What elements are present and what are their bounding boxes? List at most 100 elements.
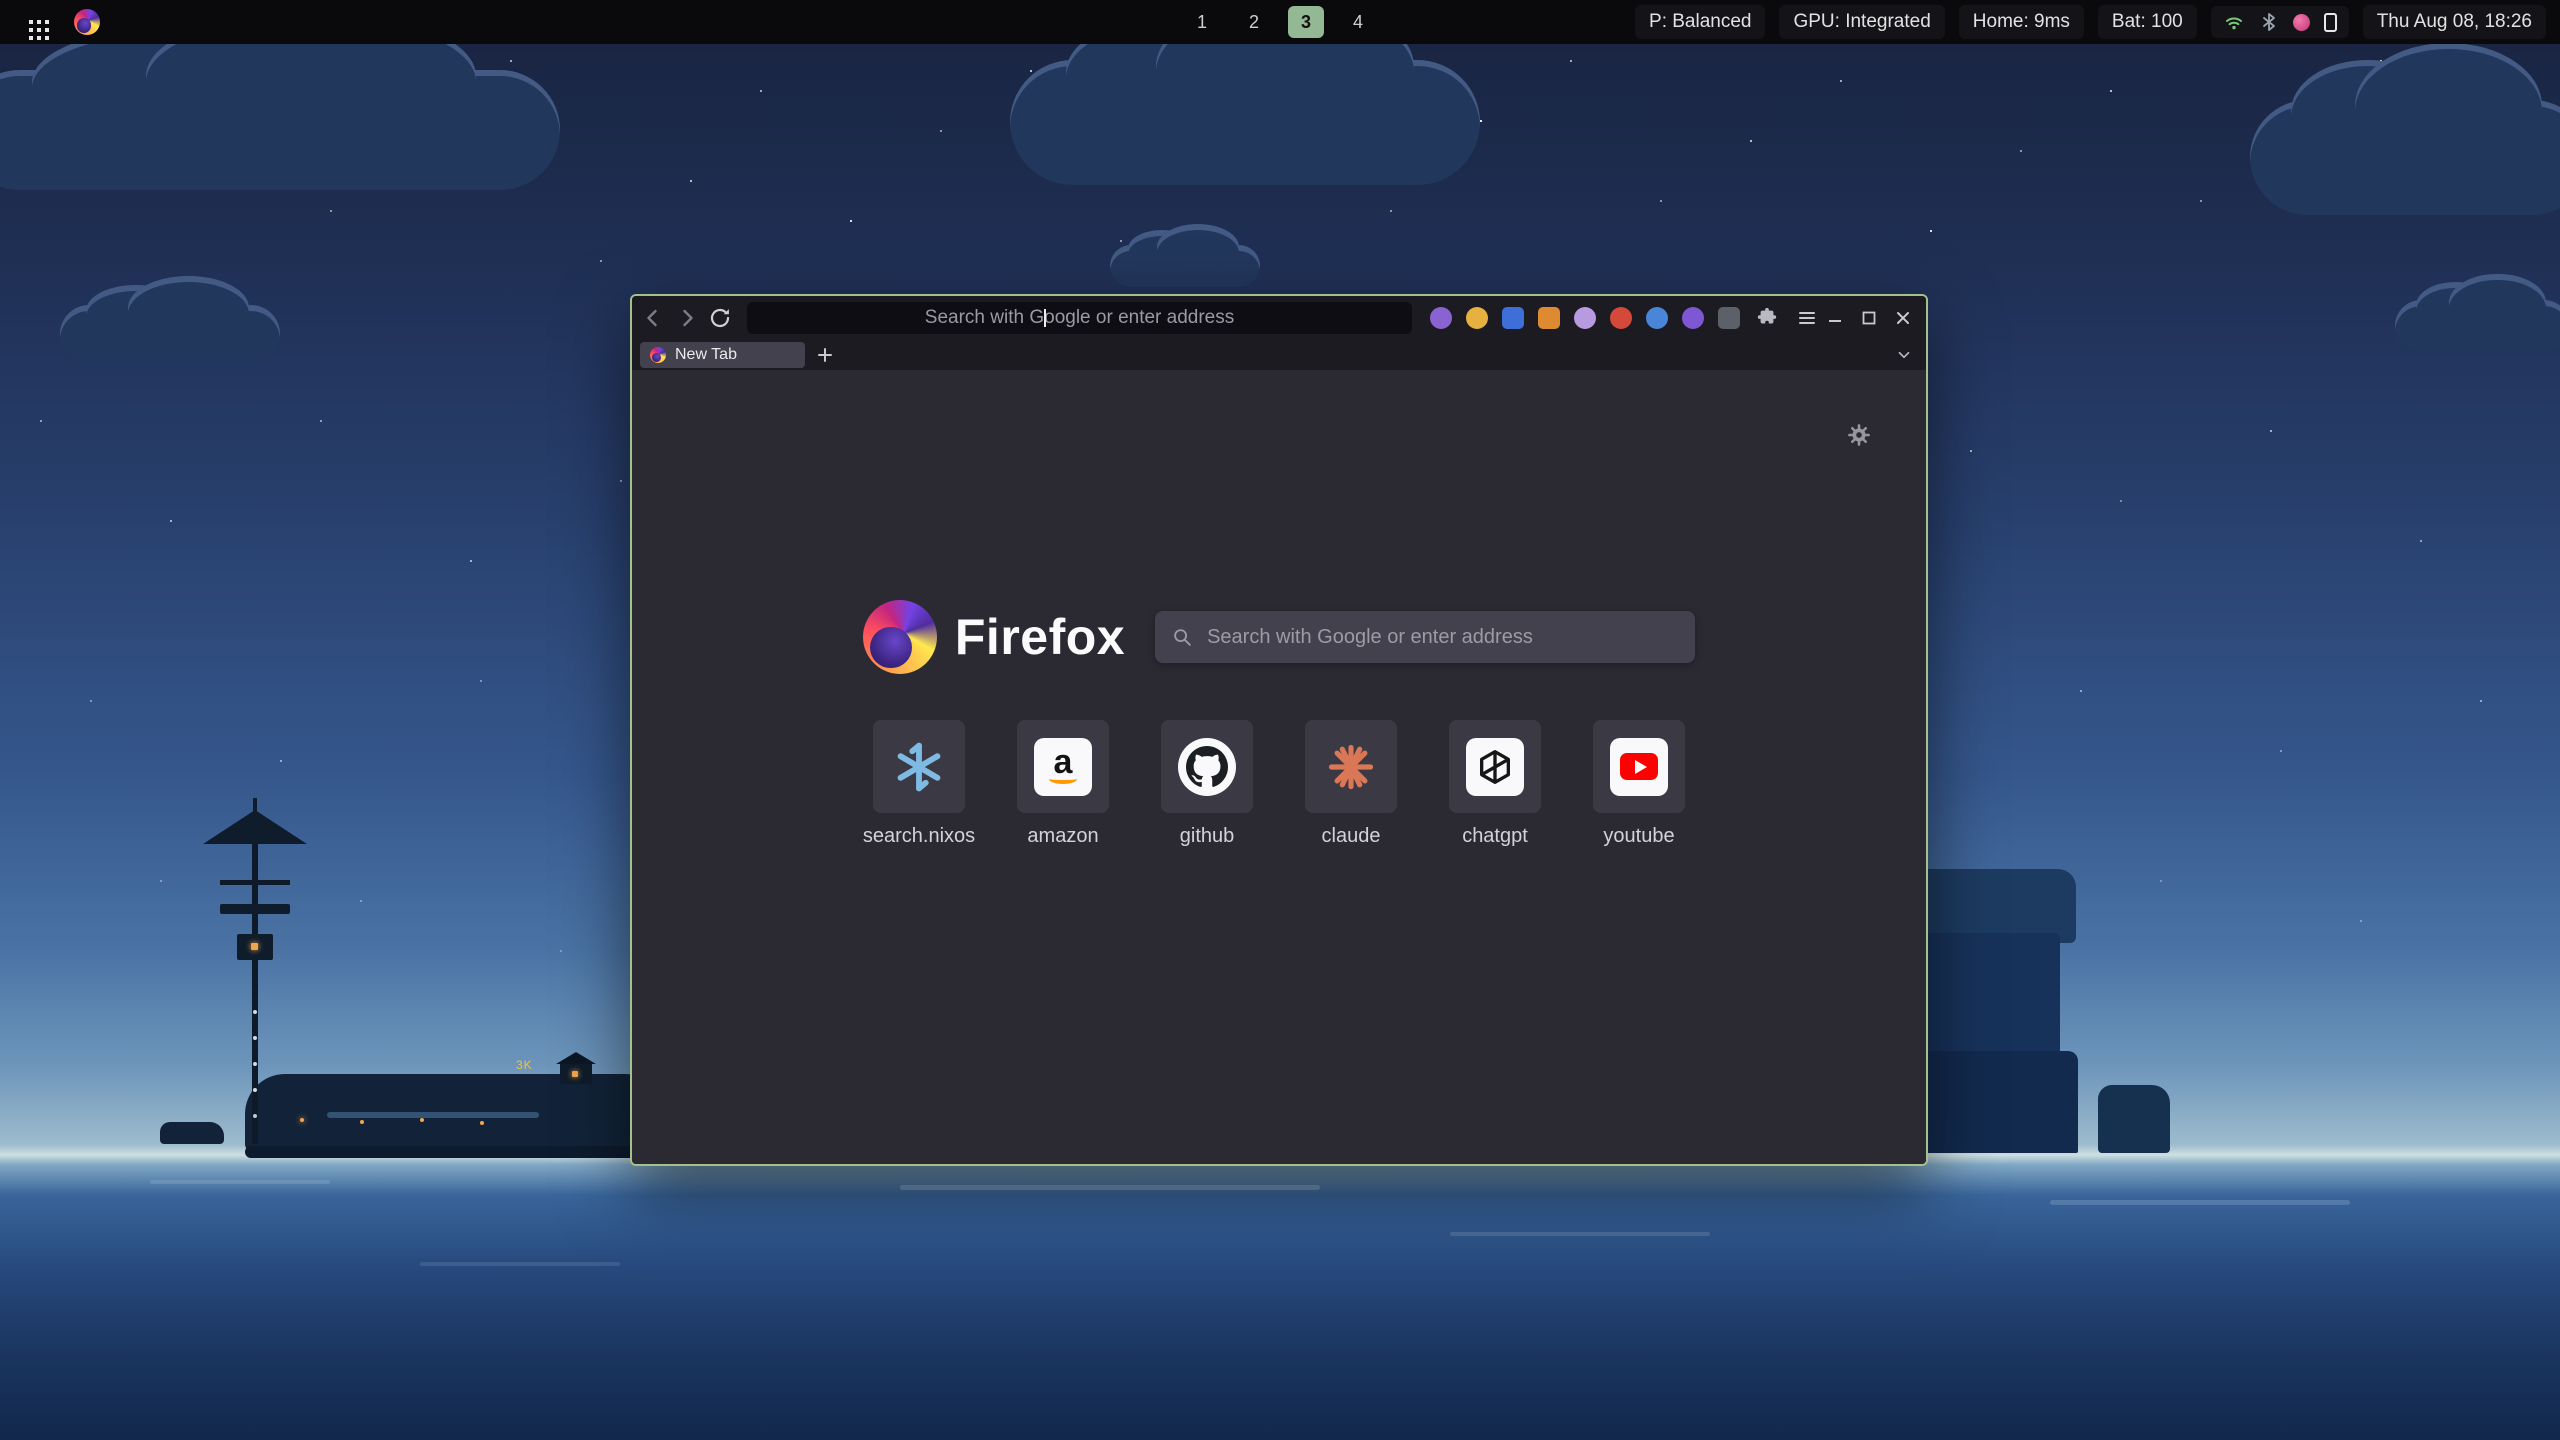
newtab-search-input[interactable] [1155,611,1695,663]
workspace-button-4[interactable]: 4 [1340,6,1376,38]
extension-icon-6[interactable] [1610,307,1632,329]
shortcut-youtube[interactable]: youtube [1567,720,1711,848]
shortcuts-row: search.nixos a amazon [632,720,1926,848]
shortcut-amazon[interactable]: a amazon [991,720,1135,848]
shortcut-label: youtube [1603,825,1674,848]
extension-icon-3[interactable] [1502,307,1524,329]
back-button[interactable] [636,301,670,335]
cliff-base [1906,1051,2078,1153]
workspace-switcher: 1 2 3 4 [1184,6,1376,38]
wifi-icon[interactable] [2223,11,2245,33]
amazon-smile [1049,774,1077,784]
shortcut-label: chatgpt [1462,825,1528,848]
youtube-play-badge [1620,753,1658,780]
tab-title: New Tab [675,346,737,364]
reload-button[interactable] [703,301,737,335]
ping-status: Home: 9ms [1959,5,2084,39]
reload-icon [708,306,732,330]
apps-grid-icon [29,20,33,24]
text-caret [1044,309,1046,327]
battery-status: Bat: 100 [2098,5,2197,39]
puzzle-icon [1756,307,1778,329]
small-rock [2098,1085,2170,1153]
url-input[interactable] [747,302,1412,334]
water-glint [900,1185,1320,1190]
youtube-icon [1610,738,1668,796]
newtab-search-bar[interactable] [1155,611,1695,663]
extension-icon-1[interactable] [1430,307,1452,329]
extension-icon-7[interactable] [1646,307,1668,329]
close-button[interactable] [1888,303,1918,333]
url-bar[interactable] [747,302,1412,334]
plus-icon [816,346,834,364]
github-icon [1178,738,1236,796]
shortcut-label: github [1180,825,1235,848]
media-tray-icon[interactable] [2293,14,2310,31]
personalize-button[interactable] [1844,420,1874,450]
amazon-icon: a [1034,738,1092,796]
cloud [2395,300,2560,352]
extensions-button[interactable] [1754,305,1780,331]
shortcut-github[interactable]: github [1135,720,1279,848]
shortcut-label: search.nixos [863,825,975,848]
cloud [1110,245,1260,287]
watchtower [190,804,320,1154]
cliff-top [1906,869,2076,943]
extension-icon-2[interactable] [1466,307,1488,329]
extension-icon-8[interactable] [1682,307,1704,329]
shortcut-chatgpt[interactable]: chatgpt [1423,720,1567,848]
bluetooth-icon[interactable] [2259,11,2279,33]
cloud [1010,60,1480,185]
water-glint [1450,1232,1710,1236]
tower-platform [220,904,290,914]
tower-mast [252,844,258,1144]
hut-window-light [572,1071,578,1077]
extension-icon-9[interactable] [1718,307,1740,329]
back-icon [641,306,665,330]
shortcut-card [1161,720,1253,813]
list-all-tabs-button[interactable] [1890,342,1918,368]
workspace-button-1[interactable]: 1 [1184,6,1220,38]
hut [560,1062,592,1084]
tab-new-tab[interactable]: New Tab [640,342,805,368]
forward-button[interactable] [670,301,704,335]
firefox-window: New Tab [630,294,1928,1166]
extension-toolbar [1430,305,1820,331]
browser-toolbar [632,296,1926,340]
topbar-left [14,5,104,39]
hamburger-icon [1797,308,1817,328]
close-icon [1892,307,1914,329]
water-glint [2050,1200,2350,1205]
island-path [327,1112,539,1118]
shortcut-search-nixos[interactable]: search.nixos [847,720,991,848]
workspace-button-2[interactable]: 2 [1236,6,1272,38]
chevron-down-icon [1895,346,1913,364]
extension-icon-5[interactable] [1574,307,1596,329]
gear-icon [1846,422,1872,448]
nixos-icon [892,740,946,794]
cloud [0,70,560,190]
new-tab-page: Firefox [632,370,1926,1164]
shortcut-card [1305,720,1397,813]
minimize-button[interactable] [1820,303,1850,333]
top-status-bar: 1 2 3 4 P: Balanced GPU: Integrated Home… [0,0,2560,44]
firefox-wordmark: Firefox [955,608,1125,666]
menu-button[interactable] [1794,305,1820,331]
topbar-right: P: Balanced GPU: Integrated Home: 9ms Ba… [1635,5,2546,39]
extension-icon-4[interactable] [1538,307,1560,329]
tower-crossbar [220,880,290,885]
chatgpt-icon [1466,738,1524,796]
device-tray-icon[interactable] [2324,13,2337,32]
firefox-taskbar-button[interactable] [70,5,104,39]
new-tab-button[interactable] [811,342,839,368]
cloud [2250,100,2560,215]
water-glint [150,1180,330,1184]
app-launcher-button[interactable] [14,5,48,39]
workspace-button-3-active[interactable]: 3 [1288,6,1324,38]
firefox-logo [863,600,937,674]
maximize-button[interactable] [1854,303,1884,333]
minimize-icon [1824,307,1846,329]
island-sign: 3K [516,1058,533,1072]
newtab-hero: Firefox [632,600,1926,674]
shortcut-claude[interactable]: claude [1279,720,1423,848]
